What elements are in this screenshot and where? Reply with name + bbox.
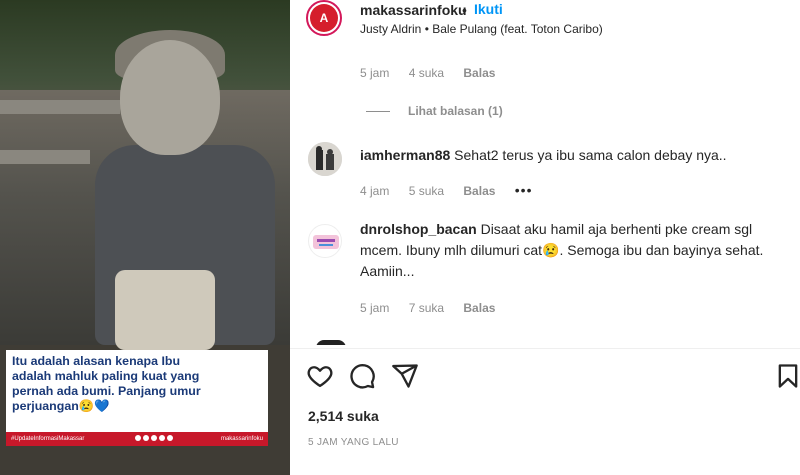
like-heart-icon[interactable] <box>306 362 334 390</box>
reply-button[interactable]: Balas <box>463 184 495 198</box>
commenter-username[interactable]: dnrolshop_bacan <box>360 221 477 237</box>
more-options-icon[interactable]: ••• <box>515 182 533 198</box>
media-plank <box>0 100 120 114</box>
media-footer-tag: #UpdateInformasiMakassar <box>11 436 85 442</box>
music-track-link[interactable]: Justy Aldrin • Bale Pulang (feat. Toton … <box>360 22 603 36</box>
media-footer-brand: makassarinfoku <box>220 436 263 442</box>
view-replies-label: Lihat balasan (1) <box>408 104 503 118</box>
media-caption-box: Itu adalah alasan kenapa Ibu adalah mahl… <box>6 350 268 434</box>
comment-meta: 5 jam 4 suka Balas <box>360 66 511 80</box>
post-timestamp[interactable]: 5 JAM YANG LALU <box>308 437 399 448</box>
commenter-avatar-partial[interactable] <box>316 340 346 345</box>
commenter-username[interactable]: iamherman88 <box>360 147 450 163</box>
post-header: A makassarinfoku • Ikuti Justy Aldrin • … <box>290 0 800 50</box>
like-count[interactable]: 2,514 suka <box>308 408 379 424</box>
separator-dot: • <box>462 2 467 18</box>
commenter-avatar[interactable] <box>308 224 342 258</box>
replies-line <box>366 110 390 112</box>
account-avatar[interactable]: A <box>306 0 342 36</box>
comment-likes[interactable]: 5 suka <box>409 184 444 198</box>
comments-list[interactable]: 5 jam 4 suka Balas Lihat balasan (1) iam… <box>290 50 800 345</box>
comment-time[interactable]: 4 jam <box>360 184 389 198</box>
media-plank <box>0 150 90 164</box>
media-bucket <box>115 270 215 350</box>
reply-button[interactable]: Balas <box>463 66 495 80</box>
media-caption-footer: #UpdateInformasiMakassar makassarinfoku <box>6 432 268 446</box>
share-send-icon[interactable] <box>391 362 419 390</box>
comment-meta: 5 jam 7 suka Balas <box>360 301 511 315</box>
media-caption-text: Itu adalah alasan kenapa Ibu adalah mahl… <box>12 354 201 413</box>
account-avatar-logo: A <box>310 4 338 32</box>
comment-meta: 4 jam 5 suka Balas ••• <box>360 182 548 198</box>
comment-bubble-icon[interactable] <box>348 362 376 390</box>
comment-time[interactable]: 5 jam <box>360 66 389 80</box>
comment-body: dnrolshop_bacan Disaat aku hamil aja ber… <box>360 219 790 282</box>
media-person-head <box>120 40 220 155</box>
comment-text: Sehat2 terus ya ibu sama calon debay nya… <box>454 147 727 163</box>
commenter-avatar[interactable] <box>308 142 342 176</box>
post-actions <box>306 362 798 392</box>
comment-time[interactable]: 5 jam <box>360 301 389 315</box>
section-divider <box>290 348 800 349</box>
comment-likes[interactable]: 7 suka <box>409 301 444 315</box>
comment-body: iamherman88 Sehat2 terus ya ibu sama cal… <box>360 145 790 166</box>
comment-likes[interactable]: 4 suka <box>409 66 444 80</box>
view-replies-button[interactable]: Lihat balasan (1) <box>366 104 503 118</box>
reply-button[interactable]: Balas <box>463 301 495 315</box>
social-icons <box>133 435 173 443</box>
post-media[interactable]: Itu adalah alasan kenapa Ibu adalah mahl… <box>0 0 290 475</box>
account-username[interactable]: makassarinfoku <box>360 2 467 18</box>
follow-button[interactable]: Ikuti <box>474 1 503 17</box>
bookmark-icon[interactable] <box>774 362 800 390</box>
post-side-panel: A makassarinfoku • Ikuti Justy Aldrin • … <box>290 0 800 475</box>
